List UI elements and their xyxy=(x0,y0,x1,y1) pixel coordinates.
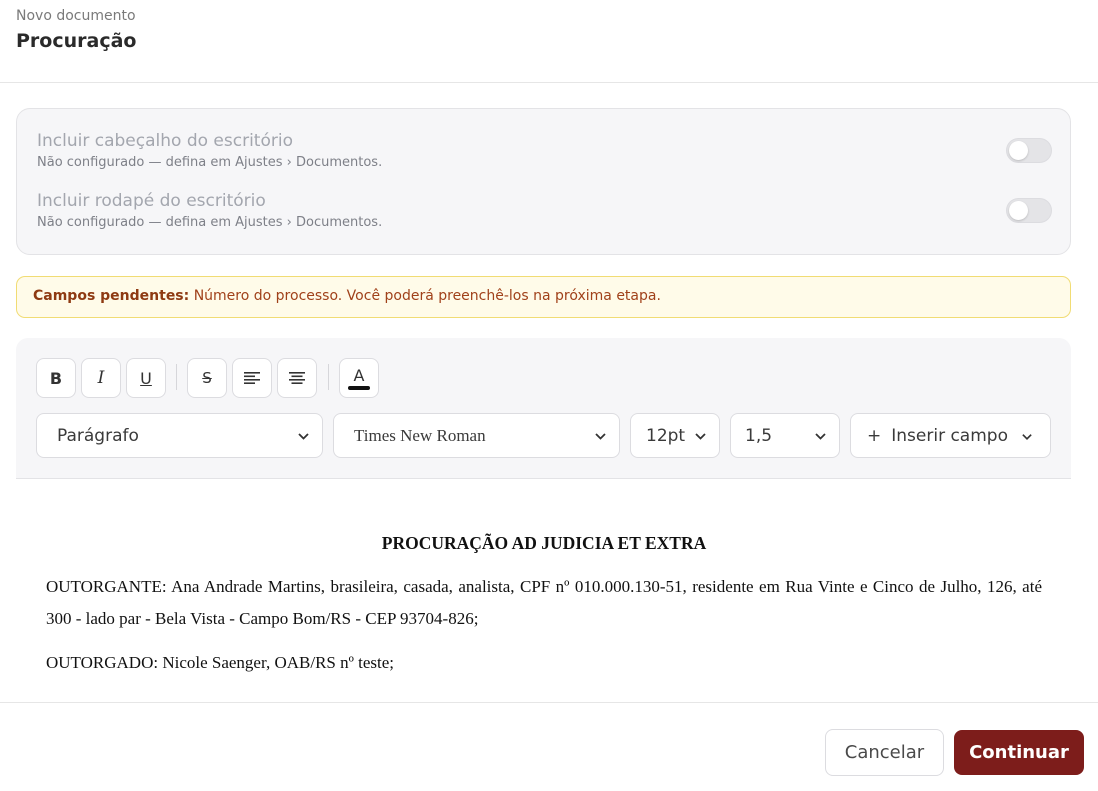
line-height-select[interactable]: 1,5 xyxy=(730,413,840,458)
document-editor[interactable]: PROCURAÇÃO AD JUDICIA ET EXTRA OUTORGANT… xyxy=(46,525,1042,679)
underline-icon: U xyxy=(140,368,152,388)
chevron-down-icon xyxy=(1022,434,1032,441)
block-style-select[interactable]: Parágrafo xyxy=(36,413,323,458)
chevron-down-icon xyxy=(695,433,706,440)
pending-fields-alert: Campos pendentes: Número do processo. Vo… xyxy=(16,276,1071,318)
toggle-row-footer: Incluir rodapé do escritório Não configu… xyxy=(37,191,1052,235)
align-center-icon xyxy=(289,372,305,384)
chevron-down-icon xyxy=(298,433,309,440)
insert-field-label: Inserir campo xyxy=(891,425,1008,446)
toggle-row-header: Incluir cabeçalho do escritório Não conf… xyxy=(37,131,1052,175)
chevron-down-icon xyxy=(595,433,606,440)
line-height-value: 1,5 xyxy=(745,425,773,446)
plus-icon: + xyxy=(867,425,882,446)
align-left-button[interactable] xyxy=(232,358,272,398)
bold-icon: B xyxy=(49,368,63,388)
page-eyebrow: Novo documento xyxy=(16,8,136,24)
page-header: Novo documento Procuração xyxy=(0,0,1098,83)
toolbar-divider xyxy=(328,364,329,390)
chevron-down-icon xyxy=(815,433,826,440)
office-options-card: Incluir cabeçalho do escritório Não conf… xyxy=(16,108,1071,255)
toggle-hint-header: Não configurado — defina em Ajustes › Do… xyxy=(37,155,383,170)
insert-field-button[interactable]: + Inserir campo xyxy=(850,413,1051,458)
underline-button[interactable]: U xyxy=(126,358,166,398)
text-color-icon: A xyxy=(353,366,365,385)
font-family-value: Times New Roman xyxy=(354,425,486,445)
alert-label: Campos pendentes: xyxy=(33,288,190,304)
toggle-label-footer: Incluir rodapé do escritório xyxy=(37,191,266,211)
font-size-select[interactable]: 12pt xyxy=(630,413,720,458)
strikethrough-icon: S xyxy=(202,369,212,387)
font-family-select[interactable]: Times New Roman xyxy=(333,413,620,458)
align-left-icon xyxy=(244,372,260,384)
document-title: PROCURAÇÃO AD JUDICIA ET EXTRA xyxy=(381,533,707,553)
switch-knob xyxy=(1009,201,1028,220)
bold-button[interactable]: B xyxy=(36,358,76,398)
page-title: Procuração xyxy=(16,30,137,52)
outorgante-paragraph: OUTORGANTE: Ana Andrade Martins, brasile… xyxy=(46,577,1042,628)
text-color-button[interactable]: A xyxy=(339,358,379,398)
alert-message: Número do processo. Você poderá preenchê… xyxy=(193,288,661,304)
font-size-value: 12pt xyxy=(646,425,686,446)
toggle-label-header: Incluir cabeçalho do escritório xyxy=(37,131,293,151)
editor-toolbar: B I U S A Parágrafo Times New Roman 12pt… xyxy=(16,338,1071,479)
block-style-value: Parágrafo xyxy=(57,425,139,446)
text-color-swatch xyxy=(348,386,370,390)
toggle-hint-footer: Não configurado — defina em Ajustes › Do… xyxy=(37,215,383,230)
align-center-button[interactable] xyxy=(277,358,317,398)
strikethrough-button[interactable]: S xyxy=(187,358,227,398)
continue-button[interactable]: Continuar xyxy=(954,730,1084,775)
cancel-button[interactable]: Cancelar xyxy=(825,729,944,776)
italic-icon: I xyxy=(97,368,105,388)
toolbar-divider xyxy=(176,364,177,390)
footer-actions: Cancelar Continuar xyxy=(0,702,1098,791)
include-footer-switch[interactable] xyxy=(1006,198,1052,223)
include-header-switch[interactable] xyxy=(1006,138,1052,163)
outorgado-paragraph: OUTORGADO: Nicole Saenger, OAB/RS nº tes… xyxy=(46,653,395,672)
italic-button[interactable]: I xyxy=(81,358,121,398)
switch-knob xyxy=(1009,141,1028,160)
